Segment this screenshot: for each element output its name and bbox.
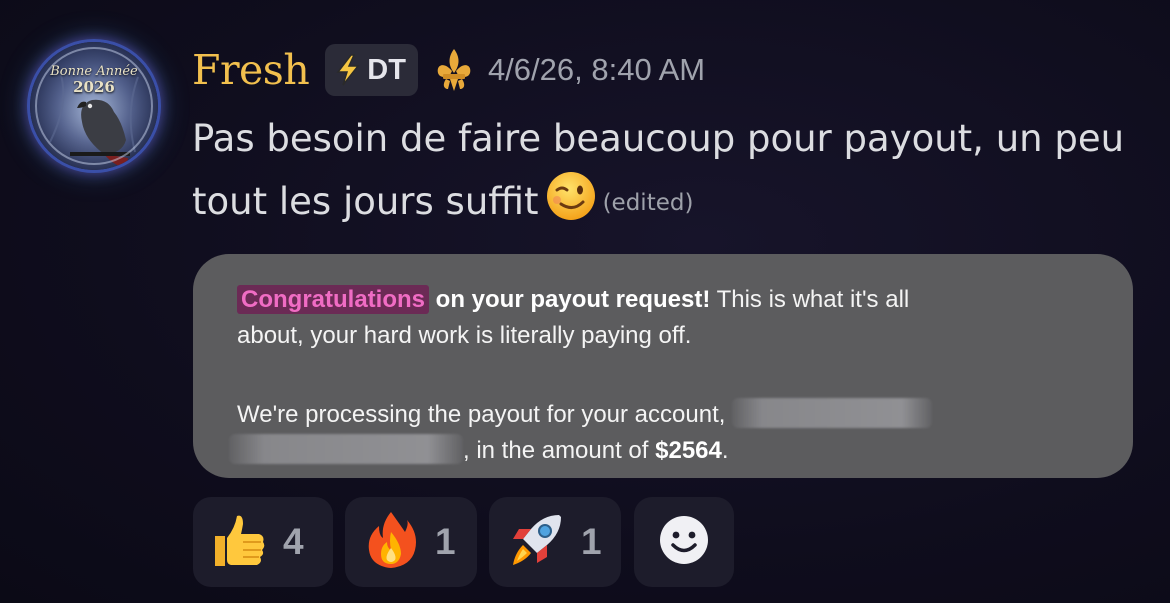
embed-text-1: This is what it's all	[710, 286, 910, 313]
reaction-count: 1	[435, 521, 456, 562]
edited-indicator: (edited)	[602, 190, 694, 216]
payout-amount: $2564	[655, 437, 722, 464]
embed-text-4: , in the amount of	[463, 437, 656, 464]
server-tag-label: DT	[367, 53, 406, 86]
message-timestamp[interactable]: 4/6/26, 8:40 AM	[488, 52, 705, 88]
embed-line-4: , in the amount of $2564.	[229, 434, 729, 465]
embed-line-2: about, your hard work is literally payin…	[237, 322, 691, 350]
embed-line-3: We're processing the payout for your acc…	[237, 398, 933, 429]
embed-period: .	[721, 437, 729, 464]
avatar-caption-line2: 2026	[73, 78, 115, 96]
avatar[interactable]: Bonne Année 2026	[30, 42, 158, 170]
chat-message: Bonne Année 2026 Fresh DT 4/6/26, 8:40 A…	[0, 0, 1170, 603]
reaction-count: 1	[581, 521, 602, 562]
avatar-caption-line1: Bonne Année	[50, 64, 138, 79]
embed-highlight: Congratulations	[237, 285, 429, 314]
message-header: Fresh DT 4/6/26, 8:40 AM	[192, 40, 705, 100]
reaction-rocket[interactable]: 1	[489, 497, 621, 587]
fire-icon	[361, 510, 421, 574]
reaction-fire[interactable]: 1	[345, 497, 477, 587]
embed-bold-text: on your payout request!	[435, 286, 711, 313]
winking-face-emoji	[545, 170, 597, 241]
embed-line-1: Congratulations on your payout request! …	[237, 285, 910, 314]
lightning-bolt-icon	[335, 54, 361, 86]
server-tag[interactable]: DT	[325, 44, 418, 96]
message-content: Pas besoin de faire beaucoup pour payout…	[192, 108, 1142, 241]
reaction-thumbs-up[interactable]: 4	[193, 497, 333, 587]
thumbs-up-icon	[209, 510, 269, 574]
reaction-count: 4	[283, 521, 304, 562]
smiley-face-icon	[658, 514, 710, 570]
rocket-icon	[505, 509, 567, 575]
redacted-account-part1	[732, 398, 933, 428]
username[interactable]: Fresh	[192, 46, 310, 94]
redacted-account-part2	[229, 434, 463, 464]
fleur-de-lis-icon	[434, 47, 474, 93]
attached-image[interactable]: Congratulations on your payout request! …	[193, 254, 1133, 478]
embed-text-3: We're processing the payout for your acc…	[237, 401, 726, 428]
embed-text-2: about, your hard work is literally payin…	[237, 322, 692, 349]
add-reaction-button[interactable]	[634, 497, 734, 587]
